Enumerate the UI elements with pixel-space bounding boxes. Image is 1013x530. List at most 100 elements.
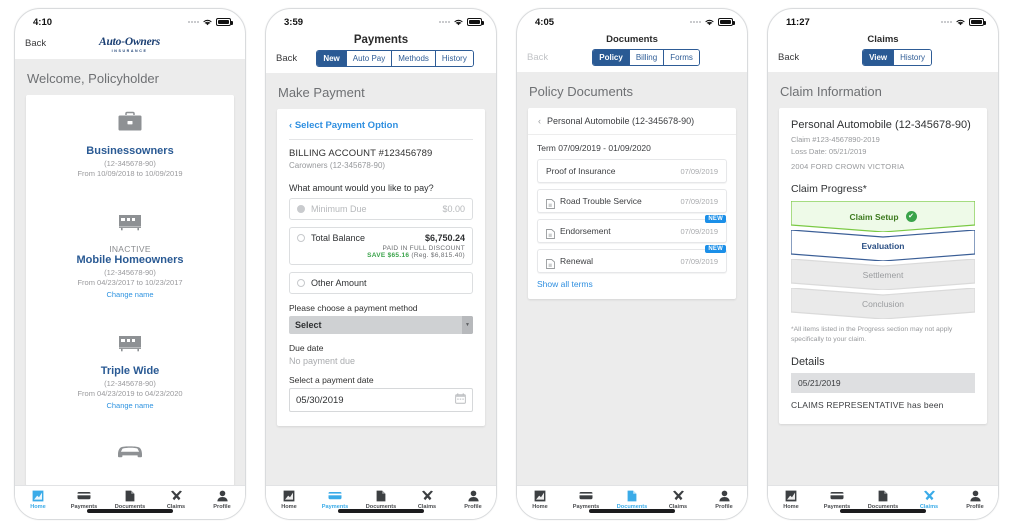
change-name-link[interactable]: Change name [36,401,224,410]
table-row[interactable]: Proof of Insurance 07/09/2019 [537,159,727,183]
list-item[interactable]: Triple Wide (12-345678-90) From 04/23/20… [26,313,234,424]
payment-scroll-area[interactable]: ‹ Select Payment Option BILLING ACCOUNT … [266,109,496,485]
policy-card-list: Businessowners (12-345678-90) From 10/09… [26,95,234,485]
briefcase-icon [36,111,224,138]
segment-billing[interactable]: Billing [628,50,664,65]
option-total-balance[interactable]: Total Balance $6,750.24 PAID IN FULL DIS… [289,227,473,265]
credit-card-icon [312,489,358,502]
tab-home[interactable]: Home [266,489,312,510]
wifi-icon [453,18,464,27]
tab-claims[interactable]: Claims [906,489,952,510]
tools-icon [404,489,450,502]
status-time: 11:27 [786,16,810,28]
tab-label: Home [783,504,799,510]
policy-term: From 10/09/2018 to 10/09/2019 [77,169,183,179]
tab-bar: Home Payments Documents Claims Profile [266,485,496,519]
radio-icon[interactable] [297,234,305,242]
document-icon [107,489,153,502]
chart-icon [15,489,61,502]
status-time: 4:10 [33,16,53,28]
table-row[interactable]: NEW Endorsement 07/09/2019 [537,215,727,243]
page-title: Policy Documents [529,84,634,99]
select-payment-option-link[interactable]: ‹ Select Payment Option [289,120,473,131]
claim-scroll-area[interactable]: Personal Automobile (12-345678-90) Claim… [768,108,998,485]
segment-auto-pay[interactable]: Auto Pay [345,51,392,66]
policy-selector[interactable]: ‹ Personal Automobile (12-345678-90) [528,108,736,135]
document-icon [546,226,555,239]
tab-label: Profile [966,504,984,510]
policy-scroll-area[interactable]: Businessowners (12-345678-90) From 10/09… [15,95,245,485]
tab-profile[interactable]: Profile [199,489,245,510]
tab-documents[interactable]: Documents [609,489,655,510]
segment-methods[interactable]: Methods [391,51,435,66]
battery-icon [718,18,735,26]
tab-claims[interactable]: Claims [404,489,450,510]
loss-date: Loss Date: 05/21/2019 [791,147,867,157]
option-amount: $0.00 [442,204,465,214]
back-button[interactable]: Back [276,53,297,64]
person-icon [952,489,998,502]
credit-card-icon [563,489,609,502]
tab-profile[interactable]: Profile [450,489,496,510]
tab-home[interactable]: Home [768,489,814,510]
credit-card-icon [61,489,107,502]
segment-forms[interactable]: Forms [663,50,699,65]
table-row[interactable]: Road Trouble Service 07/09/2019 [537,189,727,213]
tab-payments[interactable]: Payments [61,489,107,510]
segment-policy[interactable]: Policy [593,50,629,65]
table-row[interactable]: NEW Renewal 07/09/2019 [537,245,727,273]
segment-view[interactable]: View [863,50,894,65]
tab-payments[interactable]: Payments [814,489,860,510]
radio-icon[interactable] [297,279,305,287]
status-time: 3:59 [284,16,304,28]
tab-documents[interactable]: Documents [107,489,153,510]
list-item[interactable]: INACTIVE Mobile Homeowners (12-345678-90… [26,192,234,313]
discount-title: PAID IN FULL DISCOUNT [382,245,465,252]
list-item[interactable]: Businessowners (12-345678-90) From 10/09… [26,95,234,192]
change-name-link[interactable]: Change name [36,290,224,299]
segment-history[interactable]: History [434,51,473,66]
tab-payments[interactable]: Payments [563,489,609,510]
step-label: Settlement [862,269,904,280]
phone-claims: 11:27 Claims Back View History Claim Inf… [767,8,999,520]
tab-label: Home [30,504,46,510]
select-payment-option-label: Select Payment Option [294,120,399,131]
tab-documents[interactable]: Documents [358,489,404,510]
chart-icon [768,489,814,502]
segment-new[interactable]: New [317,51,346,66]
calendar-icon[interactable] [455,393,466,407]
policy-term: From 04/23/2017 to 10/23/2017 [77,278,183,288]
radio-icon[interactable] [297,205,305,213]
tools-icon [906,489,952,502]
tools-icon [655,489,701,502]
tab-claims[interactable]: Claims [153,489,199,510]
tab-profile[interactable]: Profile [701,489,747,510]
claim-number: Claim #123-4567890-2019 [791,135,880,145]
tab-home[interactable]: Home [15,489,61,510]
document-date: 07/09/2019 [680,166,718,176]
amount-question: What amount would you like to pay? [289,183,434,193]
tab-profile[interactable]: Profile [952,489,998,510]
chevron-left-icon: ‹ [289,120,293,131]
option-label: Minimum Due [311,204,367,214]
tab-claims[interactable]: Claims [655,489,701,510]
tab-payments[interactable]: Payments [312,489,358,510]
tab-documents[interactable]: Documents [860,489,906,510]
payment-date-input[interactable]: 05/30/2019 [289,388,473,412]
list-item[interactable] [26,424,234,485]
documents-scroll-area[interactable]: ‹ Personal Automobile (12-345678-90) Ter… [517,108,747,485]
option-other-amount[interactable]: Other Amount [289,272,473,294]
show-all-terms-link[interactable]: Show all terms [537,279,727,289]
tab-label: Profile [464,504,482,510]
segment-history[interactable]: History [893,50,932,65]
tab-bar: Home Payments Documents Claims Profile [517,485,747,519]
option-minimum-due[interactable]: Minimum Due $0.00 [289,198,473,220]
payment-method-select[interactable]: Select ▼ [289,316,473,334]
status-badge: NEW [705,245,726,253]
back-button[interactable]: Back [25,38,46,49]
tab-home[interactable]: Home [517,489,563,510]
tab-label: Profile [715,504,733,510]
claim-title: Personal Automobile (12-345678-90) [791,119,971,131]
back-button[interactable]: Back [778,52,799,63]
screen-body: Welcome, Policyholder Businessowners (12… [15,59,245,485]
